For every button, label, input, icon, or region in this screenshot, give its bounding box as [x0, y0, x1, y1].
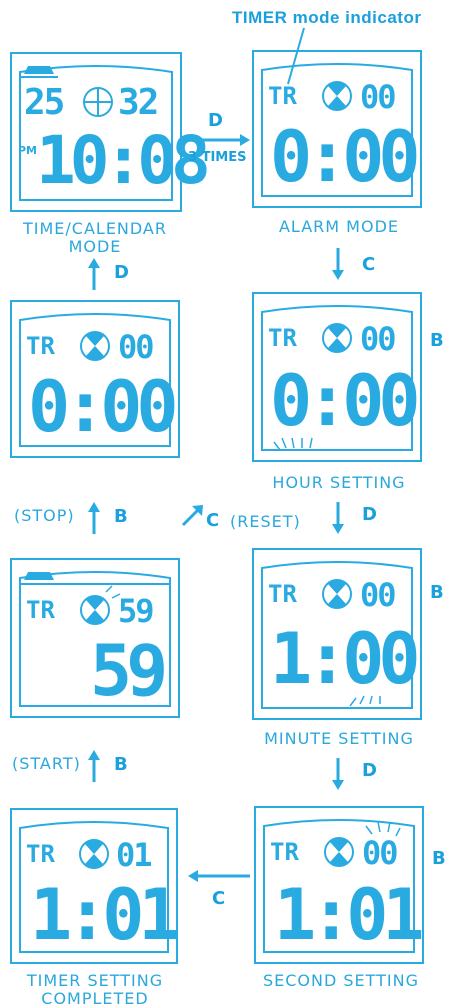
dial-icon [324, 837, 354, 867]
main-time: 0:00 [28, 366, 179, 448]
lcd-minute-setting: TR 00 1:00 [252, 548, 422, 720]
key-c-label: C [212, 888, 226, 909]
stop-note: (STOP) [14, 506, 75, 525]
caption-minute-setting: MINUTE SETTING [264, 729, 414, 748]
key-c-label: C [206, 510, 220, 531]
mode-tr: TR [268, 580, 297, 608]
lcd-second-setting: TR 00 1:01 [254, 806, 425, 964]
mode-tr: TR [268, 82, 297, 110]
pm-indicator: PM [18, 144, 38, 157]
arrow-down-icon [332, 248, 344, 280]
battery-bar-icon [24, 572, 54, 580]
arrow-down-icon [332, 758, 344, 790]
calendar-day: 32 [118, 82, 159, 123]
top-digits: 00 [360, 78, 397, 116]
dial-icon [322, 81, 352, 111]
main-time: 1:01 [30, 874, 181, 956]
lcd-time-calendar: 25 32 PM 10:08 [10, 52, 211, 212]
dial-icon [79, 839, 109, 869]
top-digits: 00 [360, 320, 397, 358]
dial-icon [322, 579, 352, 609]
main-seconds: 59 [90, 630, 168, 712]
top-digits: 00 [118, 328, 155, 366]
calendar-month: 25 [24, 82, 65, 123]
lcd-hour-setting: TR 00 0:00 [252, 292, 422, 462]
key-d-label: D [362, 760, 377, 781]
caption-alarm: ALARM MODE [278, 217, 399, 236]
dial-icon [83, 87, 113, 117]
arrow-up-icon [88, 750, 100, 782]
arrow-down-icon [332, 502, 344, 534]
mode-tr: TR [26, 840, 55, 868]
mode-tr: TR [26, 596, 55, 624]
key-b-label: B [114, 506, 128, 527]
lcd-alarm: TR 00 0:00 [252, 50, 422, 208]
main-time: 0:00 [270, 116, 421, 198]
key-b-label: B [114, 754, 128, 775]
key-b-label: B [430, 330, 444, 351]
caption-time-calendar: TIME/CALENDAR MODE [22, 219, 167, 256]
top-digits: 00 [360, 576, 397, 614]
lcd-timer-completed: TR 01 1:01 [10, 808, 181, 964]
main-time: 10:08 [36, 122, 211, 199]
lcd-timer-running: TR 59 59 [10, 558, 180, 718]
dial-icon [322, 323, 352, 353]
reset-note: (RESET) [230, 512, 301, 531]
mode-tr: TR [270, 838, 299, 866]
main-time: 1:00 [270, 618, 421, 700]
key-b-label: B [430, 582, 444, 603]
dial-icon [80, 331, 110, 361]
key-d-label: D [208, 110, 223, 131]
mode-tr: TR [26, 332, 55, 360]
caption-timer-completed-line1: TIMER SETTING [26, 971, 164, 990]
three-times-label: 3 TIMES [188, 150, 247, 165]
key-d-label: D [114, 262, 129, 283]
caption-timer-completed-line2: COMPLETED [41, 989, 149, 1008]
start-note: (START) [12, 754, 81, 773]
arrow-left-icon [188, 870, 250, 882]
arrow-diagonal-icon [181, 505, 203, 527]
top-digits: 01 [116, 836, 153, 874]
main-time: 0:00 [270, 360, 421, 442]
caption-second-setting: SECOND SETTING [262, 971, 420, 990]
battery-bar-icon [24, 66, 54, 74]
main-time: 1:01 [274, 874, 425, 956]
mode-tr: TR [268, 324, 297, 352]
lcd-timer-stopped: TR 00 0:00 [10, 300, 180, 458]
top-digits: 59 [118, 592, 155, 630]
caption-hour-setting: HOUR SETTING [272, 473, 406, 492]
dial-icon [80, 595, 110, 625]
key-d-label: D [362, 504, 377, 525]
arrow-right-icon [192, 134, 250, 146]
top-digits: 00 [362, 834, 399, 872]
arrow-up-icon [88, 258, 100, 290]
key-c-label: C [362, 254, 376, 275]
timer-mode-indicator-label: TIMER mode indicator [232, 8, 422, 27]
key-b-label: B [432, 848, 446, 869]
arrow-up-icon [88, 502, 100, 534]
